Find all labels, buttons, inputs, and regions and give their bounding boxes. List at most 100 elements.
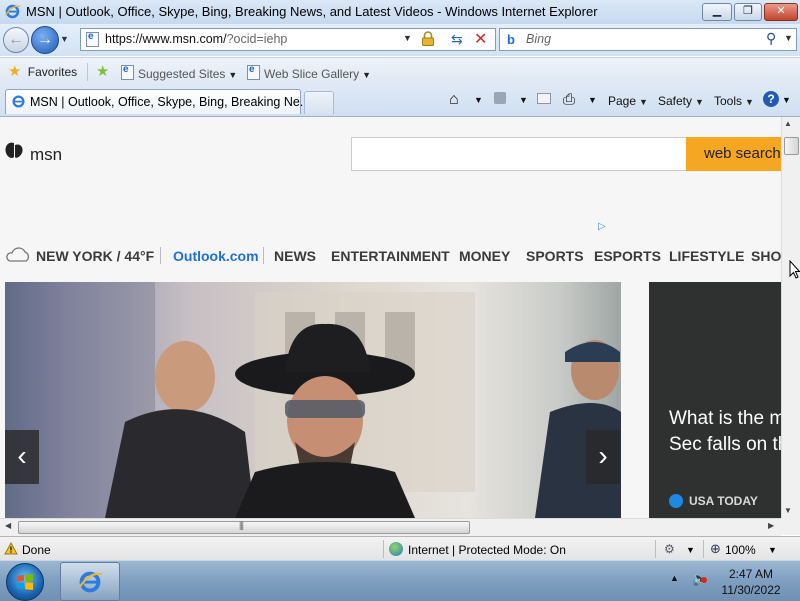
- page-menu[interactable]: Page ▼: [608, 94, 648, 108]
- back-arrow-icon: ←: [8, 31, 24, 48]
- nav-separator: [160, 247, 161, 264]
- search-bar[interactable]: b Bing ⚲ ▼: [499, 28, 797, 51]
- side-card-source-label: USA TODAY: [689, 494, 758, 508]
- usa-today-icon: [669, 494, 683, 508]
- nav-outlook[interactable]: Outlook.com: [173, 248, 259, 264]
- add-to-favorites-bar-button[interactable]: ★: [96, 63, 110, 80]
- search-provider-dropdown-icon[interactable]: ▼: [784, 33, 793, 43]
- hero-carousel[interactable]: ‹ ›: [5, 282, 621, 518]
- vertical-scrollbar[interactable]: ▲ ▼: [781, 117, 800, 518]
- chevron-down-icon: ▼: [639, 97, 648, 107]
- add-favorites-icon: ★: [96, 63, 110, 80]
- scroll-right-icon[interactable]: ▶: [768, 521, 774, 530]
- nav-esports[interactable]: ESPORTS: [594, 248, 661, 264]
- home-icon[interactable]: ⌂: [449, 91, 459, 109]
- ie-tab-icon: [12, 95, 25, 108]
- address-dropdown-icon[interactable]: ▼: [403, 33, 412, 43]
- title-bar: MSN | Outlook, Office, Skype, Bing, Brea…: [0, 0, 800, 25]
- weather-location[interactable]: NEW YORK / 44°F: [36, 248, 154, 264]
- zoom-level[interactable]: 100%: [725, 543, 756, 557]
- hero-prev-button[interactable]: ‹: [5, 430, 39, 484]
- web-slice-gallery-button[interactable]: Web Slice Gallery▼: [247, 64, 371, 81]
- nav-news[interactable]: NEWS: [274, 248, 316, 264]
- system-clock[interactable]: 2:47 AM 11/30/2022: [718, 566, 784, 598]
- windows-logo-icon: [17, 574, 33, 590]
- msn-butterfly-icon[interactable]: [4, 139, 26, 165]
- tools-menu[interactable]: Tools ▼: [714, 94, 754, 108]
- vertical-scroll-thumb[interactable]: [784, 137, 799, 155]
- tools-menu-label: Tools: [714, 94, 743, 108]
- protected-mode-dropdown-icon[interactable]: ▼: [686, 545, 695, 555]
- close-button[interactable]: ✕: [764, 3, 798, 21]
- side-news-card[interactable]: What is the m birthday? Sec falls on the…: [649, 282, 781, 518]
- new-tab-button[interactable]: [304, 91, 334, 114]
- hero-image[interactable]: [5, 282, 621, 518]
- security-zone-text[interactable]: Internet | Protected Mode: On: [408, 543, 566, 557]
- forward-button[interactable]: →: [31, 26, 59, 54]
- scroll-corner: [781, 518, 800, 535]
- nav-shopping[interactable]: SHOI: [751, 248, 781, 264]
- bing-icon: b: [507, 32, 515, 47]
- zoom-dropdown-icon[interactable]: ▼: [768, 545, 777, 555]
- address-url-query: ?ocid=iehp: [226, 32, 288, 46]
- web-search-button[interactable]: web search: [686, 137, 781, 171]
- taskbar-ie-button[interactable]: [60, 562, 120, 601]
- address-bar[interactable]: https://www.msn.com/?ocid=iehp ▼ ⇆ ✕: [80, 28, 496, 51]
- horizontal-scrollbar[interactable]: ◀ ||| ▶: [0, 518, 781, 536]
- stop-icon[interactable]: ✕: [474, 29, 487, 49]
- help-dropdown-icon[interactable]: ▼: [782, 95, 791, 105]
- address-url[interactable]: https://www.msn.com/?ocid=iehp: [105, 32, 287, 46]
- internet-zone-icon[interactable]: [389, 542, 403, 556]
- scroll-left-icon[interactable]: ◀: [5, 521, 11, 530]
- favorites-star-icon: ★: [8, 63, 22, 80]
- nav-separator: [263, 247, 264, 264]
- zoom-icon[interactable]: ⊕: [710, 541, 721, 557]
- tab-msn[interactable]: MSN | Outlook, Office, Skype, Bing, Brea…: [5, 89, 310, 114]
- scroll-grip-icon: |||: [239, 520, 244, 530]
- favorites-bar: ★ Favorites ★ Suggested Sites▼ Web Slice…: [0, 57, 800, 87]
- status-separator: [703, 540, 704, 558]
- warning-icon[interactable]: [4, 542, 18, 555]
- favorites-divider: [87, 63, 88, 81]
- scroll-down-icon[interactable]: ▼: [784, 506, 792, 515]
- msn-search-input[interactable]: [351, 137, 687, 171]
- nav-money[interactable]: MONEY: [459, 248, 510, 264]
- status-bar: Done Internet | Protected Mode: On ⚙ ▼ ⊕…: [0, 536, 800, 561]
- minimize-button[interactable]: ▁: [702, 3, 732, 21]
- restore-button[interactable]: ❐: [734, 3, 762, 21]
- favorites-button[interactable]: ★ Favorites: [8, 63, 77, 80]
- nav-entertainment[interactable]: ENTERTAINMENT: [331, 248, 450, 264]
- mail-icon[interactable]: [537, 93, 551, 104]
- print-icon[interactable]: ⎙: [563, 91, 575, 108]
- feeds-icon[interactable]: [494, 92, 506, 104]
- hero-next-button[interactable]: ›: [586, 430, 620, 484]
- refresh-icon[interactable]: ⇆: [451, 31, 463, 48]
- feeds-dropdown-icon[interactable]: ▼: [519, 95, 528, 105]
- suggested-sites-button[interactable]: Suggested Sites▼: [121, 64, 237, 81]
- back-button[interactable]: ←: [3, 27, 29, 53]
- mouse-cursor-icon: [789, 260, 800, 279]
- home-dropdown-icon[interactable]: ▼: [474, 95, 483, 105]
- nav-sports[interactable]: SPORTS: [526, 248, 584, 264]
- side-card-source: USA TODAY: [669, 494, 758, 508]
- horizontal-scroll-thumb[interactable]: |||: [18, 520, 470, 534]
- help-icon[interactable]: ?: [763, 91, 779, 107]
- safety-menu[interactable]: Safety ▼: [658, 94, 704, 108]
- show-hidden-icons-icon[interactable]: ▲: [670, 573, 679, 583]
- recent-pages-dropdown[interactable]: ▼: [60, 34, 69, 44]
- search-magnifier-icon[interactable]: ⚲: [766, 30, 776, 47]
- tab-title: MSN | Outlook, Office, Skype, Bing, Brea…: [30, 95, 311, 109]
- print-dropdown-icon[interactable]: ▼: [588, 95, 597, 105]
- chevron-down-icon: ▼: [745, 97, 754, 107]
- search-placeholder[interactable]: Bing: [526, 32, 551, 46]
- status-separator: [383, 540, 384, 558]
- lock-icon[interactable]: [421, 31, 435, 46]
- scroll-up-icon[interactable]: ▲: [784, 119, 792, 128]
- start-button[interactable]: [6, 563, 44, 601]
- nav-lifestyle[interactable]: LIFESTYLE: [669, 248, 744, 264]
- msn-logo-text[interactable]: msn: [30, 145, 62, 165]
- side-card-headline[interactable]: What is the m birthday? Sec falls on the…: [669, 406, 781, 458]
- protected-mode-icon[interactable]: ⚙: [664, 542, 675, 556]
- status-separator: [655, 540, 656, 558]
- adchoices-icon[interactable]: ▷: [598, 221, 606, 232]
